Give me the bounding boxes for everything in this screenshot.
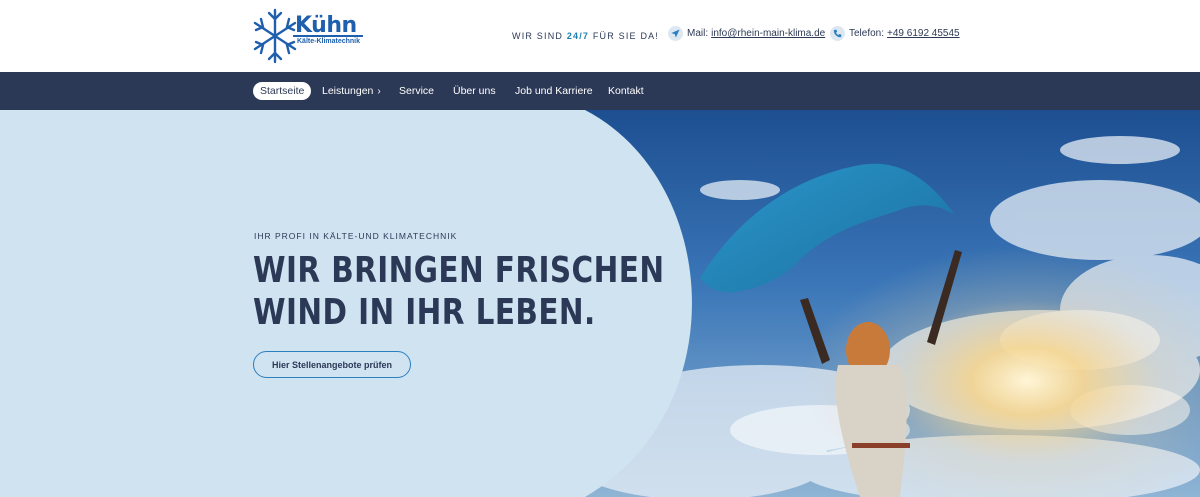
hero-headline: WIR BRINGEN FRISCHEN WIND IN IHR LEBEN. bbox=[253, 250, 673, 334]
hero-kicker: IHR PROFI IN KÄLTE-UND KLIMATECHNIK bbox=[254, 231, 458, 241]
hero-headline-line1: WIR BRINGEN FRISCHEN bbox=[253, 250, 665, 291]
tagline-highlight: 24/7 bbox=[566, 31, 590, 41]
send-icon bbox=[668, 26, 683, 41]
job-offers-button[interactable]: Hier Stellenangebote prüfen bbox=[253, 351, 411, 378]
phone-icon bbox=[830, 26, 845, 41]
logo-subtitle: Kälte-Klimatechnik bbox=[297, 38, 361, 45]
availability-tagline: WIR SIND 24/7 FÜR SIE DA! bbox=[512, 31, 659, 41]
tagline-before: WIR SIND bbox=[512, 31, 567, 41]
nav-item-kontakt[interactable]: Kontakt bbox=[608, 82, 644, 100]
phone-label: Telefon: bbox=[849, 28, 885, 39]
nav-item-service[interactable]: Service bbox=[399, 82, 434, 100]
phone-contact: Telefon: +49 6192 45545 bbox=[830, 26, 960, 41]
nav-item-startseite[interactable]: Startseite bbox=[253, 82, 312, 100]
hero-headline-line2: WIND IN IHR LEBEN. bbox=[253, 292, 596, 333]
nav-item-leistungen[interactable]: Leistungen › bbox=[322, 82, 381, 100]
nav-item-leistungen-label: Leistungen bbox=[322, 85, 374, 97]
hero-section: IHR PROFI IN KÄLTE-UND KLIMATECHNIK WIR … bbox=[0, 110, 1200, 497]
mail-contact: Mail: info@rhein-main-klima.de bbox=[668, 26, 825, 41]
snowflake-icon bbox=[253, 8, 297, 64]
main-navigation: Startseite Leistungen › Service Über uns … bbox=[0, 72, 1200, 110]
company-logo[interactable]: Kühn Kälte-Klimatechnik bbox=[253, 7, 365, 65]
tagline-after: FÜR SIE DA! bbox=[589, 31, 660, 41]
chevron-right-icon: › bbox=[377, 86, 381, 97]
logo-underline bbox=[293, 35, 363, 37]
nav-item-ueber-uns[interactable]: Über uns bbox=[453, 82, 496, 100]
mail-link[interactable]: info@rhein-main-klima.de bbox=[711, 28, 825, 39]
site-header: Kühn Kälte-Klimatechnik WIR SIND 24/7 FÜ… bbox=[0, 0, 1200, 72]
nav-item-job-und-karriere[interactable]: Job und Karriere bbox=[515, 82, 593, 100]
phone-link[interactable]: +49 6192 45545 bbox=[887, 28, 960, 39]
mail-label: Mail: bbox=[687, 28, 709, 39]
